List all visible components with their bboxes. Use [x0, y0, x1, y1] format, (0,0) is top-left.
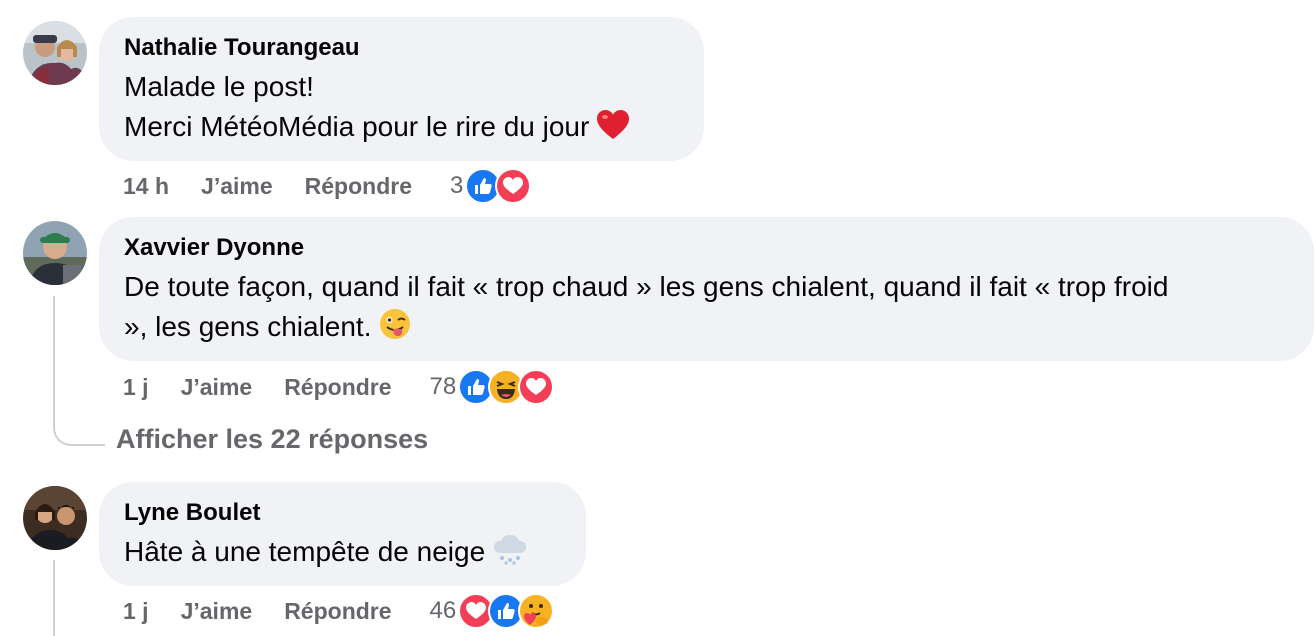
comment-text-line: Hâte à une tempête de neige [124, 536, 486, 567]
comment-bubble: Nathalie Tourangeau Malade le post! Merc… [99, 17, 704, 161]
thread-line [53, 296, 55, 424]
avatar[interactable] [23, 486, 87, 550]
reply-button[interactable]: Répondre [305, 173, 412, 200]
like-button[interactable]: J’aime [201, 173, 273, 200]
winking-face-with-tongue-icon [379, 308, 411, 351]
thread-connector [53, 424, 105, 446]
avatar[interactable] [23, 221, 87, 285]
reaction-summary[interactable] [458, 369, 555, 405]
avatar-photo [23, 486, 87, 550]
comment-actions: 1 j J’aime Répondre 78 [123, 369, 555, 405]
reaction-summary[interactable] [465, 168, 532, 204]
comment-text-line: », les gens chialent. [124, 311, 372, 342]
avatar-photo [23, 21, 87, 85]
red-heart-icon [597, 110, 630, 151]
comment-text-line: De toute façon, quand il fait « trop cha… [124, 271, 1169, 302]
comment-author[interactable]: Xavvier Dyonne [124, 233, 1289, 263]
comment-text: De toute façon, quand il fait « trop cha… [124, 267, 1289, 307]
reply-button[interactable]: Répondre [284, 374, 391, 401]
comment-actions: 14 h J’aime Répondre 3 [123, 168, 532, 204]
care-reaction-icon [518, 593, 555, 629]
reaction-summary[interactable] [458, 593, 555, 629]
reaction-count[interactable]: 78 [430, 373, 457, 401]
love-reaction-icon [495, 168, 532, 204]
comment-bubble: Lyne Boulet Hâte à une tempête de neige [99, 482, 586, 586]
thread-line [53, 560, 55, 636]
comment-text: Malade le post! [124, 67, 679, 107]
comment-timestamp[interactable]: 14 h [123, 173, 169, 200]
comment-timestamp[interactable]: 1 j [123, 598, 149, 625]
comment-text: », les gens chialent. [124, 307, 1289, 351]
comment-actions: 1 j J’aime Répondre 46 [123, 593, 555, 629]
like-button[interactable]: J’aime [181, 374, 253, 401]
reply-button[interactable]: Répondre [284, 598, 391, 625]
reaction-count[interactable]: 3 [450, 172, 463, 200]
comment-text-line: Merci MétéoMédia pour le rire du jour [124, 111, 590, 142]
comment-text: Merci MétéoMédia pour le rire du jour [124, 107, 679, 151]
avatar[interactable] [23, 21, 87, 85]
comment-text-line: Malade le post! [124, 71, 314, 102]
like-button[interactable]: J’aime [181, 598, 253, 625]
snow-cloud-icon [493, 535, 527, 576]
love-reaction-icon [518, 369, 555, 405]
comment-timestamp[interactable]: 1 j [123, 374, 149, 401]
view-replies-link[interactable]: Afficher les 22 réponses [116, 424, 428, 455]
comment-author[interactable]: Nathalie Tourangeau [124, 33, 679, 63]
comment-text: Hâte à une tempête de neige [124, 532, 561, 576]
comment-bubble: Xavvier Dyonne De toute façon, quand il … [99, 217, 1314, 361]
avatar-photo [23, 221, 87, 285]
comment-author[interactable]: Lyne Boulet [124, 498, 561, 528]
reaction-count[interactable]: 46 [430, 597, 457, 625]
